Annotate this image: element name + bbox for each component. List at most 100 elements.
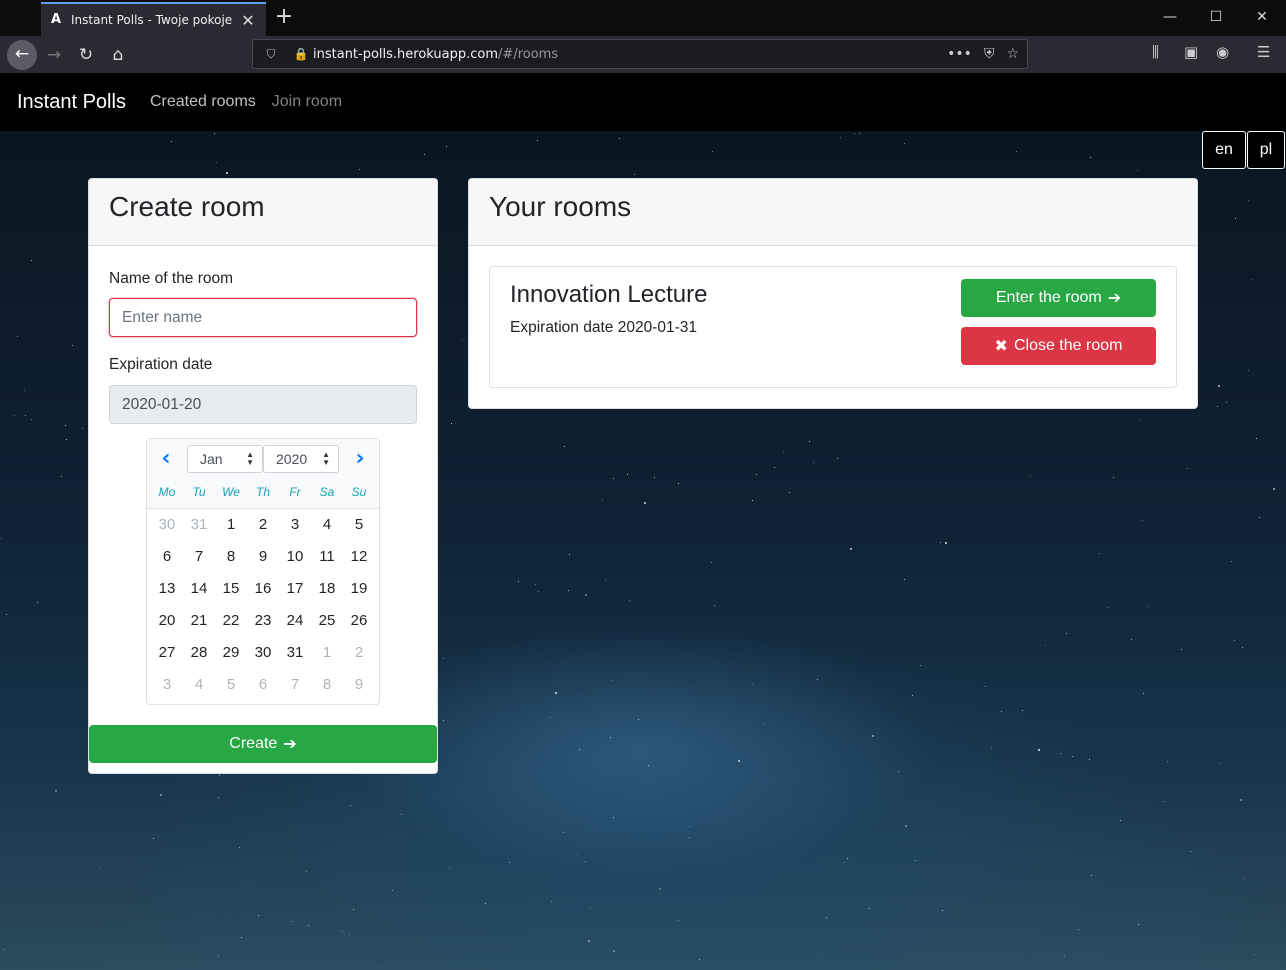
year-select[interactable]: 2020 ▲ ▼ xyxy=(263,445,339,473)
calendar-day[interactable]: 11 xyxy=(311,541,343,573)
star-dot xyxy=(756,474,757,475)
enter-room-button[interactable]: Enter the room ➔ xyxy=(961,279,1156,317)
star-dot xyxy=(1242,647,1243,648)
star-dot xyxy=(1113,477,1114,478)
calendar-day[interactable]: 25 xyxy=(311,605,343,637)
calendar-day[interactable]: 16 xyxy=(247,573,279,605)
window-close-icon[interactable]: ✕ xyxy=(1247,6,1277,28)
room-name-input[interactable]: Enter name xyxy=(109,298,417,337)
star-dot xyxy=(1254,954,1255,955)
star-dot xyxy=(1038,749,1040,751)
expiration-date-input[interactable]: 2020-01-20 xyxy=(109,385,417,424)
calendar-day[interactable]: 31 xyxy=(279,637,311,669)
calendar-day[interactable]: 28 xyxy=(183,637,215,669)
calendar-day[interactable]: 1 xyxy=(215,509,247,541)
calendar-day[interactable]: 19 xyxy=(343,573,375,605)
bookmark-star-icon[interactable]: ☆ xyxy=(1006,46,1019,62)
browser-tab[interactable]: A Instant Polls - Twoje pokoje ✕ xyxy=(41,2,266,36)
pocket-icon[interactable]: ⛨ xyxy=(984,46,995,62)
star-dot xyxy=(538,591,539,592)
calendar-day[interactable]: 30 xyxy=(247,637,279,669)
star-dot xyxy=(443,720,444,721)
calendar-day[interactable]: 6 xyxy=(247,669,279,701)
star-dot xyxy=(1231,561,1232,562)
calendar-day[interactable]: 7 xyxy=(183,541,215,573)
nav-join-room[interactable]: Join room xyxy=(272,93,342,111)
library-icon[interactable]: ⫼ xyxy=(1152,43,1159,61)
calendar-day[interactable]: 15 xyxy=(215,573,247,605)
insecure-lock-icon[interactable]: 🔒 xyxy=(289,47,313,61)
calendar-day[interactable]: 8 xyxy=(311,669,343,701)
calendar-day[interactable]: 23 xyxy=(247,605,279,637)
address-bar[interactable]: ⛉ 🔒 instant-polls.herokuapp.com /#/rooms… xyxy=(252,39,1028,69)
account-icon[interactable]: ◉ xyxy=(1216,43,1229,61)
calendar-day[interactable]: 5 xyxy=(215,669,247,701)
close-tab-icon[interactable]: ✕ xyxy=(238,11,258,30)
calendar-day[interactable]: 27 xyxy=(151,637,183,669)
page-actions-icon[interactable]: ••• xyxy=(947,46,972,62)
calendar-day[interactable]: 2 xyxy=(247,509,279,541)
calendar-day[interactable]: 22 xyxy=(215,605,247,637)
calendar-day[interactable]: 9 xyxy=(247,541,279,573)
shield-icon[interactable]: ⛉ xyxy=(259,47,283,62)
calendar-day[interactable]: 4 xyxy=(183,669,215,701)
calendar-day[interactable]: 14 xyxy=(183,573,215,605)
calendar-day[interactable]: 29 xyxy=(215,637,247,669)
star-dot xyxy=(31,419,32,420)
brand-logo[interactable]: Instant Polls xyxy=(17,91,126,114)
star-dot xyxy=(353,909,354,910)
prev-month-icon[interactable]: ‹ xyxy=(153,445,179,473)
nav-created-rooms[interactable]: Created rooms xyxy=(150,93,256,111)
calendar-day[interactable]: 3 xyxy=(279,509,311,541)
calendar-day[interactable]: 10 xyxy=(279,541,311,573)
calendar-day[interactable]: 31 xyxy=(183,509,215,541)
weekday-we: We xyxy=(222,485,240,499)
close-room-button[interactable]: ✖ Close the room xyxy=(961,327,1156,365)
calendar-day[interactable]: 21 xyxy=(183,605,215,637)
new-tab-icon[interactable]: + xyxy=(272,6,296,30)
star-dot xyxy=(349,934,350,935)
star-dot xyxy=(1259,517,1260,518)
star-dot xyxy=(577,854,578,855)
lang-en-button[interactable]: en xyxy=(1202,131,1246,169)
minimize-icon[interactable]: — xyxy=(1155,6,1185,28)
star-dot xyxy=(555,692,557,694)
maximize-icon[interactable]: ☐ xyxy=(1201,6,1231,28)
star-dot xyxy=(985,686,986,687)
star-dot xyxy=(550,717,551,718)
forward-icon[interactable]: → xyxy=(40,41,68,69)
datepicker: ‹ Jan ▲ ▼ 2020 ▲ ▼ › Mo Tu We Th Fr Sa Su 30 31 1 2… xyxy=(146,438,380,705)
calendar-day[interactable]: 8 xyxy=(215,541,247,573)
calendar-day[interactable]: 2 xyxy=(343,637,375,669)
menu-icon[interactable]: ☰ xyxy=(1257,43,1270,61)
calendar-day[interactable]: 18 xyxy=(311,573,343,605)
star-dot xyxy=(602,499,603,500)
calendar-day[interactable]: 7 xyxy=(279,669,311,701)
back-icon[interactable]: ← xyxy=(7,40,37,70)
calendar-day[interactable]: 20 xyxy=(151,605,183,637)
star-dot xyxy=(350,805,351,806)
month-select[interactable]: Jan ▲ ▼ xyxy=(187,445,263,473)
star-dot xyxy=(714,605,715,606)
calendar-day[interactable]: 3 xyxy=(151,669,183,701)
calendar-day[interactable]: 13 xyxy=(151,573,183,605)
calendar-day[interactable]: 30 xyxy=(151,509,183,541)
lang-pl-button[interactable]: pl xyxy=(1247,131,1285,169)
star-dot xyxy=(738,760,740,762)
sidebar-icon[interactable]: ▣ xyxy=(1184,43,1198,61)
calendar-day[interactable]: 5 xyxy=(343,509,375,541)
calendar-day[interactable]: 17 xyxy=(279,573,311,605)
calendar-day[interactable]: 4 xyxy=(311,509,343,541)
star-dot xyxy=(1235,218,1236,219)
calendar-day[interactable]: 1 xyxy=(311,637,343,669)
next-month-icon[interactable]: › xyxy=(347,445,373,473)
home-icon[interactable]: ⌂ xyxy=(104,41,132,69)
reload-icon[interactable]: ↻ xyxy=(72,41,100,69)
calendar-day[interactable]: 6 xyxy=(151,541,183,573)
calendar-day[interactable]: 24 xyxy=(279,605,311,637)
calendar-day[interactable]: 12 xyxy=(343,541,375,573)
star-dot xyxy=(569,554,570,555)
calendar-day[interactable]: 9 xyxy=(343,669,375,701)
calendar-day[interactable]: 26 xyxy=(343,605,375,637)
create-button[interactable]: Create ➔ xyxy=(89,725,437,763)
